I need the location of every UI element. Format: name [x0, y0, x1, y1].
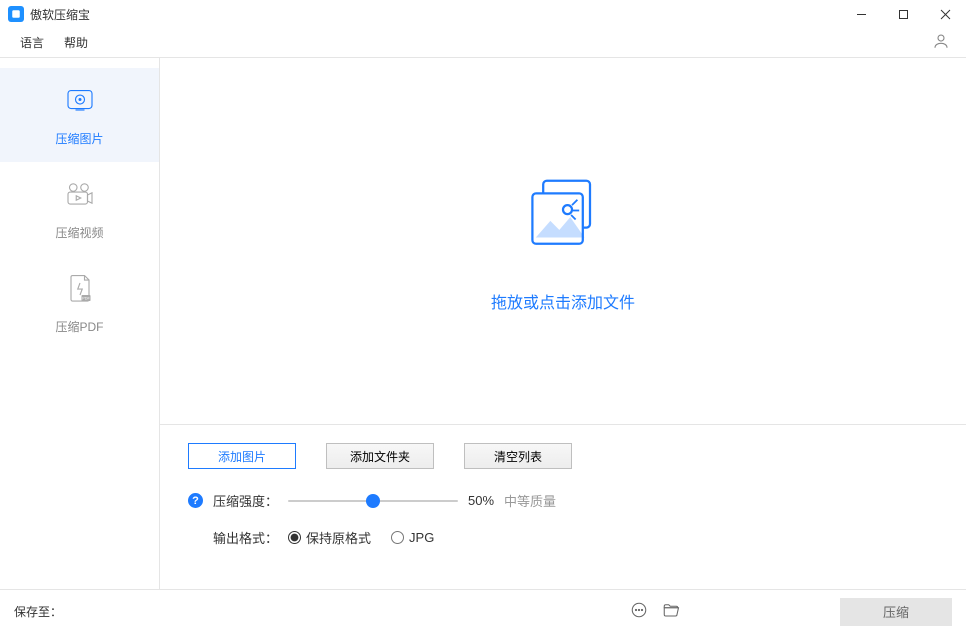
compress-button[interactable]: 压缩 [840, 598, 952, 626]
menu-language[interactable]: 语言 [10, 30, 54, 55]
maximize-button[interactable] [882, 0, 924, 28]
menu-help[interactable]: 帮助 [54, 30, 98, 55]
folder-icon [662, 601, 680, 622]
controls-panel: 添加图片 添加文件夹 清空列表 ? 压缩强度： 50% 中等质量 输出格式： 保… [160, 424, 966, 589]
sidebar-item-label: 压缩图片 [55, 130, 103, 147]
dropzone[interactable]: 拖放或点击添加文件 [160, 58, 966, 424]
radio-jpg-label: JPG [409, 530, 434, 545]
account-button[interactable] [926, 28, 956, 58]
strength-label: 压缩强度： [213, 491, 278, 510]
radio-jpg[interactable]: JPG [391, 530, 434, 545]
add-folder-button[interactable]: 添加文件夹 [326, 443, 434, 469]
open-folder-button[interactable] [662, 601, 680, 622]
menubar: 语言 帮助 [0, 28, 966, 58]
output-format-label: 输出格式： [213, 528, 278, 547]
picture-stack-icon [518, 170, 608, 263]
add-image-button[interactable]: 添加图片 [188, 443, 296, 469]
sidebar-item-image[interactable]: 压缩图片 [0, 68, 159, 162]
window-controls [840, 0, 966, 28]
radio-jpg-input[interactable] [391, 531, 404, 544]
close-button[interactable] [924, 0, 966, 28]
svg-text:PDF: PDF [82, 297, 90, 301]
sidebar-item-pdf[interactable]: PDF 压缩PDF [0, 256, 159, 350]
radio-keep-format[interactable]: 保持原格式 [288, 528, 371, 547]
sidebar: 压缩图片 压缩视频 PDF 压缩PDF [0, 58, 160, 589]
video-compress-icon [62, 177, 98, 216]
main-panel: 拖放或点击添加文件 添加图片 添加文件夹 清空列表 ? 压缩强度： 50% 中等… [160, 58, 966, 589]
help-icon[interactable]: ? [188, 493, 203, 508]
footer: 保存至： 压缩 [0, 589, 966, 633]
user-icon [932, 32, 950, 53]
sidebar-item-video[interactable]: 压缩视频 [0, 162, 159, 256]
save-to-label: 保存至： [14, 603, 62, 620]
clear-list-button[interactable]: 清空列表 [464, 443, 572, 469]
titlebar: 傲软压缩宝 [0, 0, 966, 28]
quality-label: 中等质量 [504, 491, 556, 510]
strength-percent: 50% [468, 493, 494, 508]
more-options-button[interactable] [630, 601, 648, 622]
radio-keep-format-input[interactable] [288, 531, 301, 544]
pdf-compress-icon: PDF [62, 271, 98, 310]
dropzone-hint: 拖放或点击添加文件 [491, 289, 635, 313]
image-compress-icon [62, 83, 98, 122]
minimize-button[interactable] [840, 0, 882, 28]
ellipsis-icon [630, 601, 648, 622]
radio-keep-format-label: 保持原格式 [306, 528, 371, 547]
sidebar-item-label: 压缩视频 [55, 224, 103, 241]
sidebar-item-label: 压缩PDF [55, 318, 103, 335]
app-title: 傲软压缩宝 [30, 6, 90, 23]
strength-slider[interactable] [288, 500, 458, 502]
app-icon [8, 6, 24, 22]
